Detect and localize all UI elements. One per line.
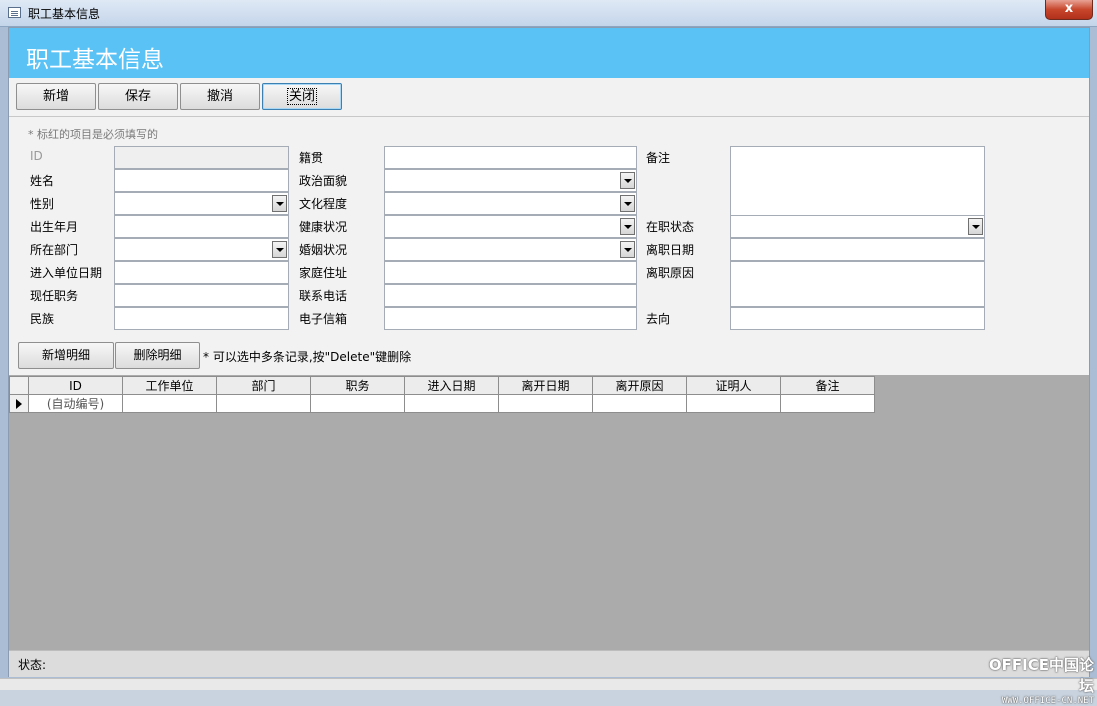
gender-dropdown-icon[interactable]	[272, 195, 287, 212]
grid-header-start-date[interactable]: 进入日期	[404, 376, 499, 395]
leave-date-field[interactable]	[730, 238, 985, 261]
grid-header-dept[interactable]: 部门	[216, 376, 311, 395]
native-place-label: 籍贯	[299, 151, 324, 165]
grid-header-title[interactable]: 职务	[310, 376, 405, 395]
grid-cell-end-date[interactable]	[498, 394, 593, 413]
birth-field[interactable]	[114, 215, 289, 238]
leave-reason-label: 离职原因	[646, 266, 695, 280]
destination-field[interactable]	[730, 307, 985, 330]
id-label: ID	[30, 149, 43, 163]
political-status-combo[interactable]	[384, 169, 637, 192]
gender-label: 性别	[30, 197, 55, 211]
join-date-label: 进入单位日期	[30, 266, 103, 280]
form-header: 职工基本信息	[9, 28, 1089, 78]
education-label: 文化程度	[299, 197, 348, 211]
grid-header-id[interactable]: ID	[28, 376, 123, 395]
record-navigation-strip	[0, 678, 1097, 690]
health-label: 健康状况	[299, 220, 348, 234]
employment-status-combo[interactable]	[730, 215, 985, 238]
political-status-label: 政治面貌	[299, 174, 348, 188]
marital-dropdown-icon[interactable]	[620, 241, 635, 258]
grid-header-row: ID 工作单位 部门 职务 进入日期 离开日期 离开原因 证明人 备注	[9, 376, 875, 395]
native-place-field[interactable]	[384, 146, 637, 169]
health-dropdown-icon[interactable]	[620, 218, 635, 235]
grid-header-witness[interactable]: 证明人	[686, 376, 781, 395]
address-label: 家庭住址	[299, 266, 348, 280]
destination-label: 去向	[646, 312, 671, 326]
grid-cell-title[interactable]	[310, 394, 405, 413]
subform-hint: * 可以选中多条记录,按"Delete"键删除	[203, 350, 412, 364]
id-field	[114, 146, 289, 169]
education-dropdown-icon[interactable]	[620, 195, 635, 212]
join-date-field[interactable]	[114, 261, 289, 284]
window-title: 职工基本信息	[28, 7, 101, 21]
grid-cell-remark[interactable]	[780, 394, 875, 413]
grid-corner[interactable]	[9, 376, 29, 395]
marital-combo[interactable]	[384, 238, 637, 261]
position-field[interactable]	[114, 284, 289, 307]
grid-new-row: (自动编号)	[9, 394, 875, 413]
watermark-url: WWW.OFFICE-CN.NET	[1001, 696, 1094, 706]
grid-cell-leave-reason[interactable]	[592, 394, 687, 413]
delete-detail-button[interactable]: 删除明细	[115, 342, 200, 369]
name-field[interactable]	[114, 169, 289, 192]
ethnicity-field[interactable]	[114, 307, 289, 330]
form-status-bar: 状态:	[9, 650, 1089, 677]
name-label: 姓名	[30, 174, 55, 188]
grid-cell-id[interactable]: (自动编号)	[28, 394, 123, 413]
window-close-button[interactable]: x	[1045, 0, 1093, 20]
phone-field[interactable]	[384, 284, 637, 307]
remark-field[interactable]	[730, 146, 985, 216]
dept-label: 所在部门	[30, 243, 79, 257]
education-combo[interactable]	[384, 192, 637, 215]
position-label: 现任职务	[30, 289, 79, 303]
save-button[interactable]: 保存	[98, 83, 178, 110]
birth-label: 出生年月	[30, 220, 79, 234]
address-field[interactable]	[384, 261, 637, 284]
form-client: 职工基本信息 新增 保存 撤消 关闭 * 标红的项目是必须填写的 ID 姓名 性…	[8, 27, 1090, 677]
gender-combo[interactable]	[114, 192, 289, 215]
ethnicity-label: 民族	[30, 312, 55, 326]
grid-cell-company[interactable]	[122, 394, 217, 413]
grid-header-leave-reason[interactable]: 离开原因	[592, 376, 687, 395]
title-bar: 职工基本信息 x	[0, 0, 1097, 27]
watermark: OFFICE中国论坛 WWW.OFFICE-CN.NET	[976, 654, 1094, 706]
grid-header-company[interactable]: 工作单位	[122, 376, 217, 395]
leave-reason-field[interactable]	[730, 261, 985, 307]
employment-status-dropdown-icon[interactable]	[968, 218, 983, 235]
undo-button[interactable]: 撤消	[180, 83, 260, 110]
grid-header-end-date[interactable]: 离开日期	[498, 376, 593, 395]
grid-header-remark[interactable]: 备注	[780, 376, 875, 395]
required-hint: * 标红的项目是必须填写的	[28, 128, 158, 141]
employment-status-label: 在职状态	[646, 220, 695, 234]
political-status-dropdown-icon[interactable]	[620, 172, 635, 189]
form-title: 职工基本信息	[26, 47, 164, 73]
grid-cell-dept[interactable]	[216, 394, 311, 413]
row-selector[interactable]	[9, 394, 29, 413]
form-icon	[8, 7, 21, 18]
remark-label: 备注	[646, 151, 671, 165]
watermark-title: OFFICE中国论坛	[988, 656, 1094, 695]
dept-dropdown-icon[interactable]	[272, 241, 287, 258]
app-window: 职工基本信息 x 职工基本信息 新增 保存 撤消 关闭 * 标红的项目是必须填写…	[0, 0, 1097, 706]
health-combo[interactable]	[384, 215, 637, 238]
close-button-label: 关闭	[286, 88, 318, 105]
grid-cell-start-date[interactable]	[404, 394, 499, 413]
detail-section: * 标红的项目是必须填写的 ID 姓名 性别 出生年月 所在部门 进入单位日期 …	[9, 117, 1089, 375]
detail-grid: ID 工作单位 部门 职务 进入日期 离开日期 离开原因 证明人 备注 (自动编…	[9, 376, 875, 413]
add-detail-button[interactable]: 新增明细	[18, 342, 114, 369]
dept-combo[interactable]	[114, 238, 289, 261]
leave-date-label: 离职日期	[646, 243, 695, 257]
form-toolbar: 新增 保存 撤消 关闭	[9, 78, 1089, 117]
current-record-arrow-icon	[16, 399, 22, 409]
add-button[interactable]: 新增	[16, 83, 96, 110]
email-label: 电子信箱	[299, 312, 348, 326]
close-button[interactable]: 关闭	[262, 83, 342, 110]
marital-label: 婚姻状况	[299, 243, 348, 257]
phone-label: 联系电话	[299, 289, 348, 303]
status-label: 状态:	[18, 658, 47, 672]
grid-cell-witness[interactable]	[686, 394, 781, 413]
email-field[interactable]	[384, 307, 637, 330]
